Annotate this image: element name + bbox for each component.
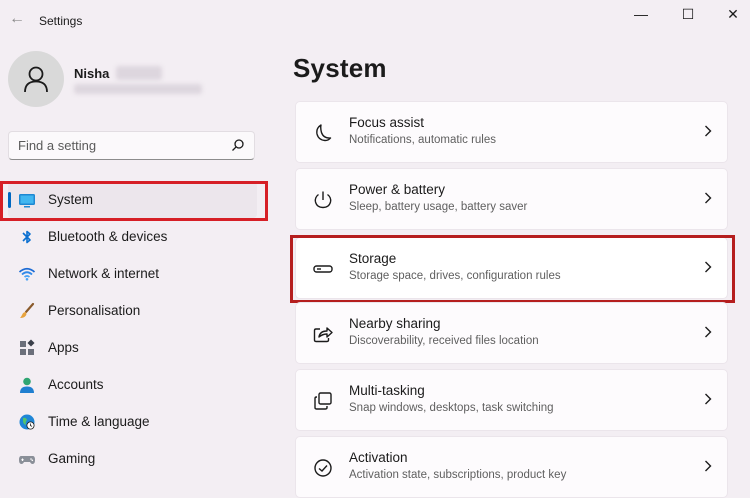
search-box[interactable]	[8, 131, 255, 160]
chevron-right-icon	[705, 192, 712, 204]
sidebar-item-label: Bluetooth & devices	[48, 229, 168, 244]
sidebar-item-label: Accounts	[48, 377, 104, 392]
user-name: Nisha	[74, 66, 110, 81]
card-focus-assist[interactable]: Focus assist Notifications, automatic ru…	[295, 101, 728, 163]
title-bar: ← Settings — ☐ ✕	[0, 0, 750, 40]
redacted-email	[74, 84, 202, 94]
gamepad-icon	[19, 456, 35, 464]
sidebar-item-label: Apps	[48, 340, 79, 355]
chevron-right-icon	[705, 460, 712, 472]
apps-icon	[20, 339, 35, 355]
wifi-icon	[18, 267, 36, 281]
card-subtitle: Activation state, subscriptions, product…	[349, 469, 567, 481]
bluetooth-icon	[22, 230, 31, 244]
sidebar-item-bluetooth[interactable]: Bluetooth & devices	[8, 219, 257, 255]
card-nearby-sharing[interactable]: Nearby sharing Discoverability, received…	[295, 302, 728, 364]
sidebar-item-network[interactable]: Network & internet	[8, 256, 257, 292]
sidebar-item-accounts[interactable]: Accounts	[8, 367, 257, 403]
power-icon	[314, 191, 332, 209]
search-input[interactable]	[9, 132, 233, 159]
person-icon	[20, 377, 34, 393]
redacted-surname	[116, 66, 162, 80]
person-icon	[24, 66, 48, 93]
card-title: Multi-tasking	[349, 383, 425, 398]
sidebar-item-label: Network & internet	[48, 266, 160, 281]
annotation-highlight-system	[0, 181, 268, 221]
card-title: Focus assist	[349, 115, 425, 130]
sidebar-item-personalisation[interactable]: Personalisation	[8, 293, 257, 329]
brush-icon	[20, 302, 35, 318]
multitask-icon	[314, 392, 332, 410]
card-multi-tasking[interactable]: Multi-tasking Snap windows, desktops, ta…	[295, 369, 728, 431]
close-button[interactable]: ✕	[715, 4, 750, 24]
page-title: System	[293, 53, 387, 83]
sidebar-item-apps[interactable]: Apps	[8, 330, 257, 366]
chevron-right-icon	[705, 326, 712, 338]
sidebar-item-gaming[interactable]: Gaming	[8, 441, 257, 477]
globe-icon	[19, 414, 35, 430]
card-subtitle: Notifications, automatic rules	[349, 134, 497, 146]
check-circle-icon	[314, 459, 332, 477]
back-arrow-icon[interactable]: ←	[6, 8, 28, 30]
avatar[interactable]	[8, 51, 64, 107]
app-title: Settings	[39, 14, 83, 28]
minimize-button[interactable]: —	[623, 4, 659, 24]
card-activation[interactable]: Activation Activation state, subscriptio…	[295, 436, 728, 498]
card-title: Power & battery	[349, 182, 446, 197]
card-subtitle: Discoverability, received files location	[349, 335, 539, 347]
card-title: Nearby sharing	[349, 316, 441, 331]
sidebar-item-label: Time & language	[48, 414, 150, 429]
sidebar-item-label: Personalisation	[48, 303, 141, 318]
card-subtitle: Sleep, battery usage, battery saver	[349, 201, 528, 213]
chevron-right-icon	[705, 393, 712, 405]
maximize-button[interactable]: ☐	[670, 4, 706, 24]
card-power-battery[interactable]: Power & battery Sleep, battery usage, ba…	[295, 168, 728, 230]
share-icon	[313, 327, 333, 343]
sidebar-item-time-language[interactable]: Time & language	[8, 404, 257, 440]
search-icon[interactable]	[231, 138, 245, 152]
sidebar-item-label: Gaming	[48, 451, 96, 466]
annotation-highlight-storage	[290, 235, 735, 303]
card-subtitle: Snap windows, desktops, task switching	[349, 402, 554, 414]
chevron-right-icon	[705, 125, 712, 137]
card-title: Activation	[349, 450, 408, 465]
moon-icon	[316, 124, 332, 142]
